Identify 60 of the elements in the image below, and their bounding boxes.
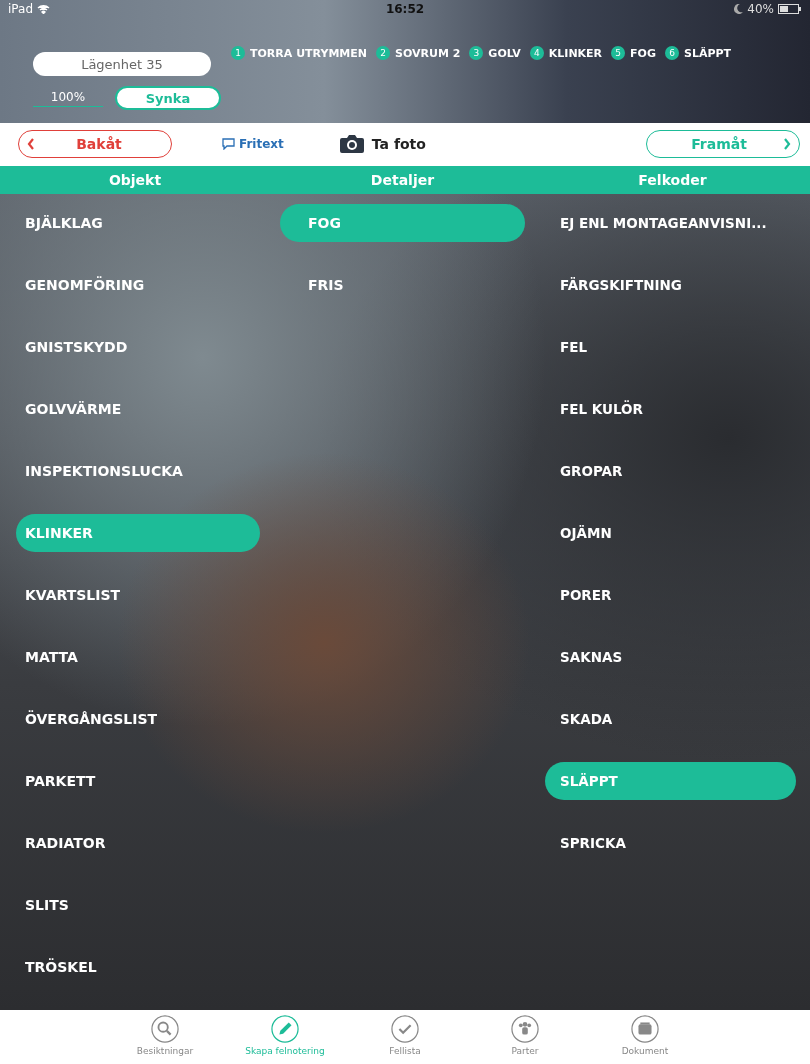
- breadcrumb-label[interactable]: SOVRUM 2: [395, 46, 461, 60]
- column-title: Felkoder: [637, 172, 708, 189]
- list-item[interactable]: RADIATOR: [16, 824, 260, 863]
- list-item[interactable]: FEL: [545, 328, 796, 367]
- free-text-button[interactable]: Fritext: [216, 136, 290, 153]
- briefcase-icon: [631, 1015, 659, 1044]
- camera-icon: [339, 134, 364, 155]
- step-number: 4: [529, 46, 544, 60]
- battery-percent: 40%: [747, 2, 774, 16]
- list-item[interactable]: FRIS: [280, 266, 525, 305]
- list-item[interactable]: GNISTSKYDD: [16, 328, 260, 367]
- list-item[interactable]: OJÄMN: [545, 514, 796, 553]
- checkmark-icon: [391, 1015, 419, 1044]
- list-item[interactable]: BJÄLKLAG: [16, 204, 260, 243]
- progress-percent: 100%: [33, 89, 103, 107]
- column-title: Detaljer: [369, 172, 436, 189]
- list-item[interactable]: TRÖSKEL: [16, 948, 260, 987]
- list-item[interactable]: PARKETT: [16, 762, 260, 801]
- clock: 16:52: [384, 2, 426, 16]
- step-number: 6: [665, 46, 679, 60]
- apartment-field[interactable]: Lägenhet 35: [33, 52, 211, 76]
- moon-icon: [734, 4, 744, 14]
- device-name: iPad: [8, 2, 33, 16]
- list-item[interactable]: GENOMFÖRING: [16, 266, 260, 305]
- list-item[interactable]: SPRICKA: [545, 824, 796, 863]
- battery-icon: [778, 4, 802, 14]
- step-number: 3: [469, 46, 484, 60]
- chevron-left-icon: [27, 138, 35, 151]
- list-item[interactable]: GOLVVÄRME: [16, 390, 260, 429]
- chevron-right-icon: [783, 138, 791, 151]
- list-item[interactable]: SLITS: [16, 886, 260, 925]
- search-icon: [151, 1015, 179, 1044]
- step-number: 5: [611, 46, 626, 60]
- list-item[interactable]: SAKNAS: [545, 638, 796, 677]
- wifi-icon: [37, 4, 50, 14]
- list-item[interactable]: INSPEKTIONSLUCKA: [16, 452, 260, 491]
- breadcrumb-label[interactable]: SLÄPPT: [684, 46, 732, 60]
- list-item[interactable]: PORER: [545, 576, 796, 615]
- list-item[interactable]: GROPAR: [545, 452, 796, 491]
- column-title: Objekt: [107, 172, 163, 189]
- breadcrumb-label[interactable]: FOG: [630, 46, 656, 60]
- tab[interactable]: Dokument: [595, 1010, 695, 1064]
- list-item[interactable]: FEL KULÖR: [545, 390, 796, 429]
- list-item[interactable]: FÄRGSKIFTNING: [545, 266, 796, 305]
- step-number: 2: [376, 46, 391, 60]
- breadcrumb-label[interactable]: GOLV: [488, 46, 521, 60]
- list-item[interactable]: ÖVERGÅNGSLIST: [16, 700, 260, 739]
- people-icon: [511, 1015, 539, 1044]
- list-item[interactable]: SKADA: [545, 700, 796, 739]
- tab[interactable]: Parter: [475, 1010, 575, 1064]
- breadcrumb-label[interactable]: KLINKER: [548, 46, 603, 60]
- pencil-icon: [271, 1015, 299, 1044]
- tab[interactable]: Besiktningar: [115, 1010, 215, 1064]
- tab[interactable]: Fellista: [355, 1010, 455, 1064]
- step-number: 1: [231, 46, 245, 60]
- list-item[interactable]: EJ ENL MONTAGEANVISNI...: [545, 204, 796, 243]
- speech-bubble-icon: [222, 138, 235, 151]
- list-item[interactable]: KVARTSLIST: [16, 576, 260, 615]
- photo-button[interactable]: Ta foto: [333, 133, 432, 156]
- list-item[interactable]: MATTA: [16, 638, 260, 677]
